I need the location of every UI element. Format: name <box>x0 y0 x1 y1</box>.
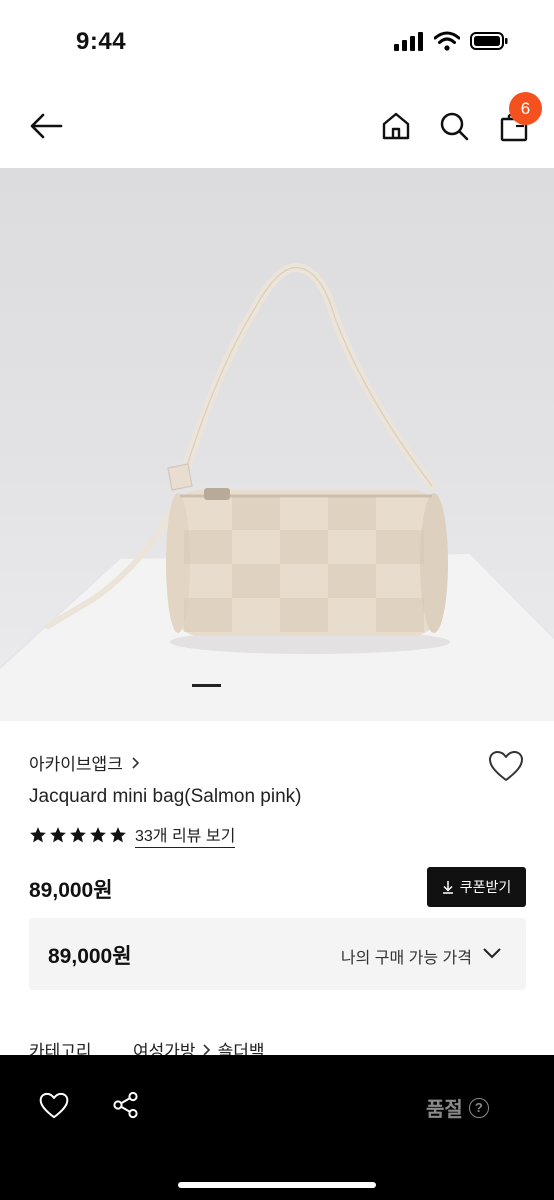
rating-stars <box>29 826 127 844</box>
brand-link[interactable]: 아카이브앱크 <box>29 750 141 775</box>
product-image[interactable] <box>0 168 554 721</box>
download-icon <box>442 881 453 894</box>
chevron-down-icon <box>483 948 501 959</box>
signal-icon <box>394 32 423 51</box>
status-icons <box>394 31 508 51</box>
soldout-status: 품절 ? <box>426 1093 489 1122</box>
top-nav <box>0 80 554 168</box>
wishlist-button[interactable] <box>486 748 526 784</box>
help-icon[interactable]: ? <box>468 1097 489 1118</box>
rating-row: 33개 리뷰 보기 <box>29 822 236 848</box>
search-button[interactable] <box>434 106 474 146</box>
heart-icon <box>39 1092 69 1118</box>
status-bar: 9:44 <box>0 0 554 80</box>
image-page-indicator <box>192 684 221 687</box>
star-icon <box>90 827 106 843</box>
home-indicator <box>178 1182 376 1188</box>
my-price-box[interactable]: 89,000원 나의 구매 가능 가격 <box>29 918 526 990</box>
wifi-icon <box>434 31 460 51</box>
review-link[interactable]: 33개 리뷰 보기 <box>135 822 236 848</box>
cart-count-badge: 6 <box>509 92 542 125</box>
chevron-right-icon <box>132 756 139 769</box>
star-icon <box>70 827 86 843</box>
bottom-action-bar: 품절 ? <box>0 1055 554 1200</box>
heart-icon <box>489 751 523 781</box>
my-price-value: 89,000원 <box>48 945 132 968</box>
coupon-label: 쿠폰받기 <box>459 879 512 895</box>
status-time: 9:44 <box>76 28 127 55</box>
star-icon <box>110 827 126 843</box>
home-button[interactable] <box>376 106 416 146</box>
search-icon <box>440 112 469 141</box>
soldout-label: 품절 <box>426 1099 463 1121</box>
star-icon <box>30 827 46 843</box>
product-title: Jacquard mini bag(Salmon pink) <box>29 786 302 807</box>
share-button[interactable] <box>108 1088 144 1122</box>
share-icon <box>113 1091 138 1119</box>
battery-icon <box>470 32 508 50</box>
my-price-label: 나의 구매 가능 가격 <box>340 950 472 967</box>
product-price: 89,000원 <box>29 879 113 902</box>
arrow-left-icon <box>30 113 63 139</box>
product-photo <box>0 263 554 721</box>
home-icon <box>382 112 410 140</box>
bottom-wishlist-button[interactable] <box>36 1088 72 1122</box>
coupon-button[interactable]: 쿠폰받기 <box>427 867 526 907</box>
brand-name: 아카이브앱크 <box>29 755 123 774</box>
star-icon <box>50 827 66 843</box>
back-button[interactable] <box>26 106 66 146</box>
